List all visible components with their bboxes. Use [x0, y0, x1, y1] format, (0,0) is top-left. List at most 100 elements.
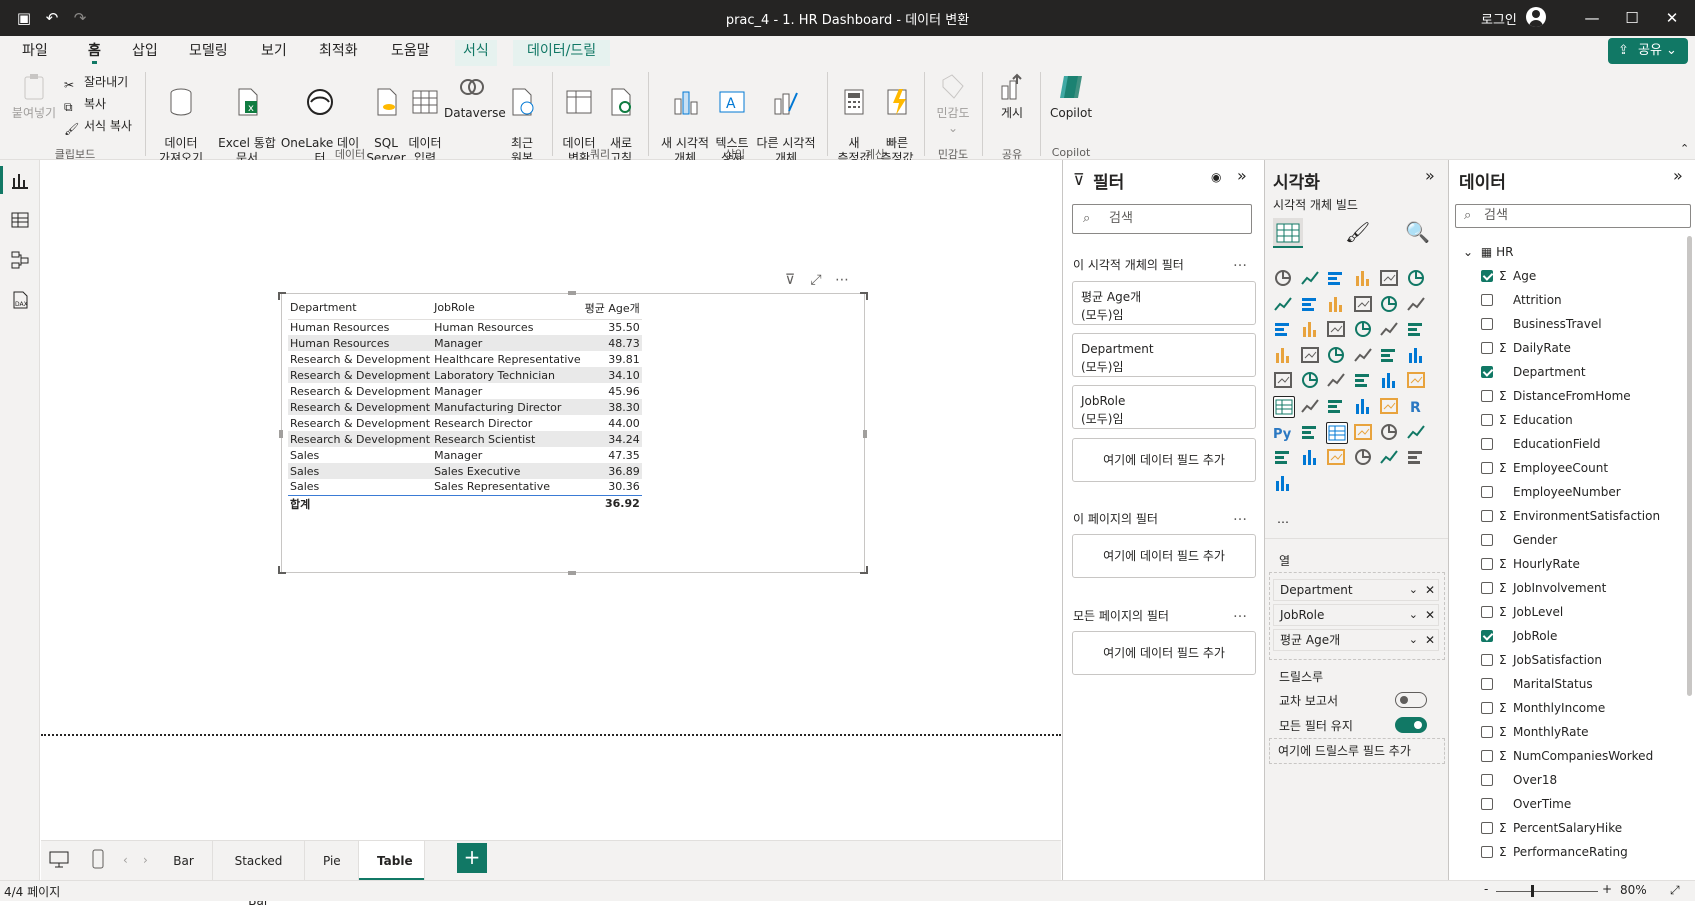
field-checkbox[interactable]: [1481, 846, 1493, 858]
format-painter-button[interactable]: 🖌 서식 복사: [62, 116, 132, 136]
add-page-button[interactable]: +: [457, 843, 487, 873]
signin-link[interactable]: 로그인: [1481, 9, 1517, 28]
visual-type-icon[interactable]: [1326, 294, 1348, 316]
menu-modeling[interactable]: 모델링: [183, 40, 234, 66]
resize-handle[interactable]: [860, 566, 868, 574]
field-checkbox[interactable]: [1481, 702, 1493, 714]
filter-icon[interactable]: ⊽: [781, 271, 799, 289]
menu-home[interactable]: 홈: [82, 40, 107, 66]
column-header[interactable]: Department: [288, 297, 433, 320]
zoom-slider[interactable]: [1496, 891, 1598, 892]
table-row[interactable]: Sales Manager 47.35: [288, 447, 642, 463]
visual-type-icon[interactable]: [1406, 268, 1428, 290]
add-page-filter-field[interactable]: 여기에 데이터 필드 추가: [1072, 534, 1256, 578]
visual-type-icon[interactable]: [1406, 294, 1428, 316]
visual-type-icon[interactable]: [1406, 447, 1428, 469]
more-options-icon[interactable]: ⋯: [833, 271, 851, 289]
next-page-icon[interactable]: ›: [143, 853, 148, 867]
publish-button[interactable]: 게시: [990, 72, 1034, 121]
table-row[interactable]: Sales Sales Representative 30.36: [288, 479, 642, 495]
copilot-button[interactable]: Copilot: [1046, 72, 1096, 121]
filter-card[interactable]: JobRole (모두)임: [1072, 385, 1256, 429]
resize-handle[interactable]: [279, 430, 283, 438]
format-visual-tab[interactable]: 🖌: [1345, 220, 1370, 244]
visual-type-icon[interactable]: [1353, 345, 1375, 367]
visual-type-icon[interactable]: [1326, 319, 1348, 341]
field-checkbox[interactable]: [1481, 318, 1493, 330]
field-checkbox[interactable]: [1481, 774, 1493, 786]
excel-workbook-button[interactable]: x Excel 통합 문서: [216, 72, 278, 166]
visual-type-icon[interactable]: [1353, 268, 1375, 290]
collapse-ribbon-icon[interactable]: ⌃: [1680, 142, 1689, 155]
fit-page-icon[interactable]: ⤢: [1670, 883, 1680, 898]
field-checkbox[interactable]: [1481, 438, 1493, 450]
visual-type-icon[interactable]: [1300, 370, 1322, 392]
field-checkbox[interactable]: [1481, 510, 1493, 522]
visual-type-icon[interactable]: [1326, 447, 1348, 469]
resize-handle[interactable]: [860, 292, 868, 300]
sensitivity-button[interactable]: 민감도 ⌄: [930, 72, 976, 136]
visual-type-icon[interactable]: [1300, 319, 1322, 341]
page-tab-table[interactable]: Table: [359, 841, 425, 881]
close-button[interactable]: ✕: [1657, 6, 1687, 30]
chevron-down-icon[interactable]: ⌄: [1409, 580, 1418, 600]
visual-type-icon[interactable]: [1379, 319, 1401, 341]
field-checkbox[interactable]: [1481, 822, 1493, 834]
field-checkbox[interactable]: [1481, 558, 1493, 570]
visual-type-icon[interactable]: Py: [1273, 422, 1295, 444]
report-canvas[interactable]: ⊽ ⤢ ⋯ Department JobRole 평균 Age개 Human R…: [41, 160, 1061, 840]
table-row[interactable]: Research & Development Manufacturing Dire…: [288, 399, 642, 415]
visual-type-icon[interactable]: [1273, 473, 1295, 495]
zoom-slider-thumb[interactable]: [1531, 885, 1534, 897]
paste-button[interactable]: 붙여넣기: [8, 72, 60, 121]
visual-type-icon[interactable]: [1326, 396, 1348, 418]
table-row[interactable]: Research & Development Research Scientist…: [288, 431, 642, 447]
visual-type-icon[interactable]: [1406, 319, 1428, 341]
build-visual-tab[interactable]: [1273, 218, 1303, 248]
visual-type-icon[interactable]: [1406, 422, 1428, 444]
minimize-button[interactable]: —: [1577, 6, 1607, 30]
model-view-icon[interactable]: [10, 250, 30, 270]
remove-field-icon[interactable]: ✕: [1425, 605, 1435, 625]
data-search-input[interactable]: ⌕ 검색: [1455, 204, 1691, 228]
visual-type-icon[interactable]: [1300, 396, 1322, 418]
resize-handle[interactable]: [568, 291, 576, 295]
field-checkbox[interactable]: [1481, 294, 1493, 306]
visual-type-icon[interactable]: [1379, 294, 1401, 316]
field-checkbox[interactable]: [1481, 726, 1493, 738]
avatar[interactable]: [1526, 7, 1546, 27]
table-row[interactable]: Human Resources Manager 48.73: [288, 335, 642, 351]
field-well-item[interactable]: JobRole ⌄ ✕: [1273, 604, 1439, 626]
zoom-out-button[interactable]: -: [1484, 882, 1488, 896]
more-options-icon[interactable]: …: [1233, 508, 1247, 524]
menu-format[interactable]: 서식: [455, 40, 497, 66]
column-header[interactable]: 평균 Age개: [582, 297, 642, 320]
table-row[interactable]: Research & Development Manager 45.96: [288, 383, 642, 399]
field-checkbox[interactable]: [1481, 462, 1493, 474]
menu-help[interactable]: 도움말: [385, 40, 436, 66]
resize-handle[interactable]: [278, 566, 286, 574]
cross-report-toggle[interactable]: [1395, 692, 1427, 708]
field-checkbox[interactable]: [1481, 270, 1493, 282]
visual-type-icon[interactable]: R: [1406, 396, 1428, 418]
visual-type-icon[interactable]: [1273, 370, 1295, 392]
dataverse-button[interactable]: Dataverse: [444, 72, 506, 121]
page-tab-bar[interactable]: Bar: [155, 841, 213, 881]
field-checkbox[interactable]: [1481, 486, 1493, 498]
chevron-down-icon[interactable]: ⌄: [1463, 245, 1473, 259]
visual-type-icon[interactable]: [1300, 447, 1322, 469]
field-checkbox[interactable]: [1481, 582, 1493, 594]
more-options-icon[interactable]: …: [1233, 605, 1247, 621]
visual-type-icon[interactable]: [1379, 447, 1401, 469]
field-checkbox[interactable]: [1481, 798, 1493, 810]
field-well-item[interactable]: 평균 Age개 ⌄ ✕: [1273, 629, 1439, 651]
table-node-hr[interactable]: ⌄ ▦ HR: [1463, 242, 1513, 262]
field-checkbox[interactable]: [1481, 366, 1493, 378]
report-view-icon[interactable]: [0, 166, 30, 194]
more-visuals-icon[interactable]: …: [1277, 512, 1289, 526]
cut-button[interactable]: ✂ 잘라내기: [62, 72, 128, 92]
visual-type-icon[interactable]: [1379, 370, 1401, 392]
field-well-item[interactable]: Department ⌄ ✕: [1273, 579, 1439, 601]
table-view-icon[interactable]: [10, 210, 30, 230]
visual-type-icon[interactable]: [1273, 345, 1295, 367]
